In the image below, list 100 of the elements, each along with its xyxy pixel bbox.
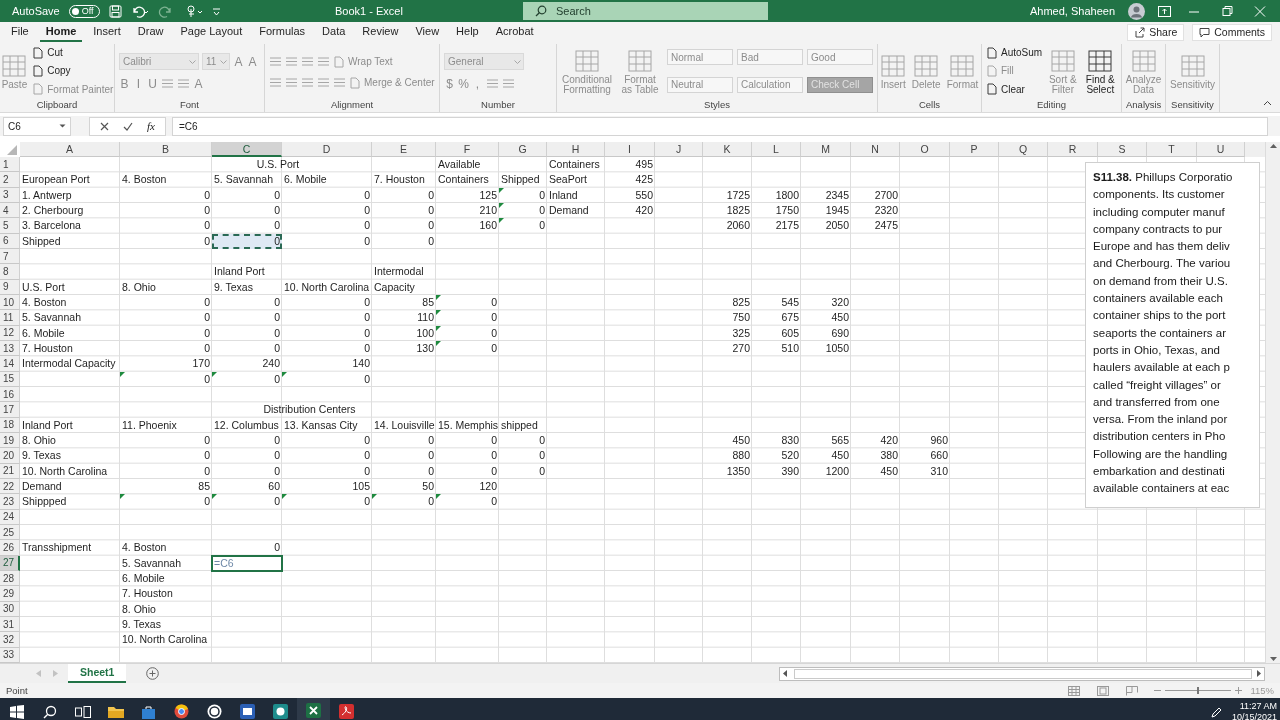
search-field[interactable]: Search	[523, 2, 768, 20]
column-header[interactable]: C	[212, 142, 282, 157]
table-cell-text: 0	[363, 233, 371, 249]
table-cell-text: 0	[273, 203, 281, 218]
table-cell-text: U.S. Port	[255, 157, 301, 172]
column-header[interactable]: H	[547, 142, 605, 157]
text-line: called “freight villages” or	[1093, 377, 1222, 393]
column-header[interactable]: L	[752, 142, 801, 157]
table-cell-text: 450	[830, 448, 850, 464]
table-cell-text: 0	[363, 187, 371, 203]
column-header[interactable]: P	[950, 142, 999, 157]
menu-tab[interactable]: Data	[316, 22, 352, 42]
text-line: versa. From the inland por	[1093, 412, 1229, 428]
ribbon-button[interactable]: Clear	[986, 81, 1043, 97]
menu-tab[interactable]: Review	[356, 22, 405, 42]
menu-tab[interactable]: File	[5, 22, 35, 42]
column-header[interactable]: I	[605, 142, 655, 157]
name-box[interactable]: C6	[3, 116, 71, 136]
row-header[interactable]: 14	[0, 356, 20, 372]
text-line: components. Its customer	[1093, 187, 1226, 203]
column-header[interactable]: B	[120, 142, 212, 157]
table-cell-text: 420	[634, 203, 654, 218]
row-header[interactable]: 5	[0, 218, 20, 234]
table-cell-text: 60	[267, 479, 281, 494]
row-header[interactable]: 23	[0, 494, 20, 510]
table-cell-text: 170	[191, 356, 211, 372]
row-header[interactable]: 20	[0, 448, 20, 464]
group-label: Number	[480, 98, 516, 112]
table-cell-text: 5. Savannah	[121, 555, 182, 571]
share-button[interactable]: Share	[1127, 23, 1185, 41]
table-cell: 0	[212, 494, 282, 510]
table-cell: 0	[282, 494, 372, 510]
menu-tab[interactable]: Acrobat	[489, 22, 540, 42]
row-header[interactable]: 2	[0, 172, 20, 188]
column-header[interactable]: J	[655, 142, 703, 157]
menu-tab[interactable]: View	[409, 22, 446, 42]
table-cell-text: 140	[351, 356, 371, 372]
table-cell-text: 0	[363, 463, 371, 479]
table-cell-text: 120	[478, 479, 498, 494]
menu-tab[interactable]: Draw	[131, 22, 170, 42]
column-header[interactable]: K	[703, 142, 752, 157]
clock[interactable]: 11:27 AM 10/15/2021	[1231, 700, 1280, 720]
clock-time: 11:27 AM	[1239, 700, 1277, 712]
ribbon-button[interactable]: AutoSum	[986, 45, 1043, 61]
table-cell-text: 5. Savannah	[213, 172, 274, 188]
sheet-tab[interactable]: Sheet1	[68, 663, 127, 683]
row-header[interactable]: 1	[0, 157, 20, 173]
table-cell-text: 675	[780, 310, 800, 326]
column-header[interactable]: O	[900, 142, 950, 157]
column-header[interactable]: M	[801, 142, 851, 157]
table-cell-text: 0	[273, 540, 281, 556]
column-header[interactable]: A	[20, 142, 120, 157]
table-cell: 0	[372, 494, 436, 510]
formula-field[interactable]: =C6	[171, 116, 1268, 136]
table-cell-text: 2320	[873, 203, 899, 218]
row-header[interactable]: 17	[0, 402, 20, 418]
table-cell-text: 960	[929, 433, 949, 448]
group-label: Alignment	[329, 98, 375, 112]
row-header[interactable]: 8	[0, 264, 20, 280]
table-cell: 0	[436, 494, 499, 510]
table-cell-text: 8. Ohio	[21, 433, 57, 448]
table-cell: 0	[436, 325, 499, 341]
column-header[interactable]: E	[372, 142, 436, 157]
table-cell-text: 1725	[725, 187, 751, 203]
menu-tab[interactable]: Help	[450, 22, 485, 42]
user-name: Ahmed, Shaheen	[1030, 5, 1115, 17]
column-header[interactable]: S	[1098, 142, 1147, 157]
ribbon-button[interactable]: Find & Select	[1083, 47, 1117, 95]
table-cell-text: 310	[929, 463, 949, 479]
ribbon-button[interactable]: Copy	[32, 63, 114, 79]
table-cell: 0	[499, 187, 547, 203]
text-line: seaports the containers ar	[1093, 325, 1227, 341]
menu-tab[interactable]: Page Layout	[174, 22, 249, 42]
column-header[interactable]: F	[436, 142, 499, 157]
row-header[interactable]: 32	[0, 632, 20, 648]
table-cell-text: 0	[538, 463, 546, 479]
column-header[interactable]: U	[1197, 142, 1245, 157]
column-header[interactable]: D	[282, 142, 372, 157]
table-cell-text: 520	[780, 448, 800, 464]
column-header[interactable]: G	[499, 142, 547, 157]
table-cell-text: 605	[780, 325, 800, 341]
table-cell-text: 0	[427, 448, 435, 464]
menu-tab[interactable]: Formulas	[253, 22, 312, 42]
row-header[interactable]: 26	[0, 540, 20, 556]
comments-button[interactable]: Comments	[1192, 23, 1272, 41]
column-header[interactable]: T	[1147, 142, 1197, 157]
table-cell-text: 0	[203, 310, 211, 326]
column-header[interactable]: Q	[999, 142, 1048, 157]
table-cell-text: 830	[780, 433, 800, 448]
table-cell-text: 10. North Carolina	[283, 279, 371, 295]
table-cell-text: Transshipment	[21, 540, 93, 556]
menu-tab[interactable]: Insert	[87, 22, 127, 42]
row-header[interactable]: 29	[0, 586, 20, 602]
row-header[interactable]: 11	[0, 310, 20, 326]
column-header[interactable]: R	[1048, 142, 1098, 157]
column-header[interactable]: N	[851, 142, 900, 157]
active-cell[interactable]: =C6	[212, 555, 282, 571]
insert-function-button[interactable]: fx	[147, 120, 155, 132]
ribbon-button[interactable]: Cut	[32, 45, 114, 61]
table-cell-text: 1800	[774, 187, 800, 203]
